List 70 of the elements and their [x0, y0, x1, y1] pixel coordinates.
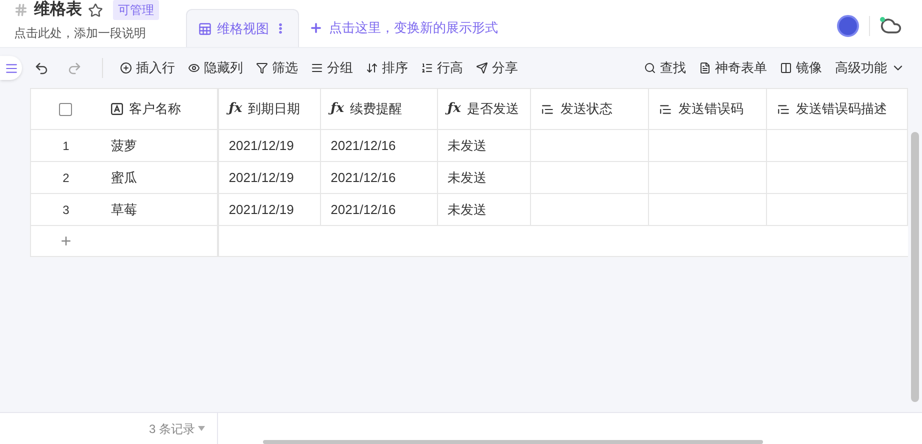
formula-icon: ƒx: [448, 99, 461, 119]
column-header[interactable]: 发送错误码描述: [767, 89, 908, 129]
add-row-button[interactable]: +: [31, 228, 101, 254]
vertical-scrollbar[interactable]: [911, 132, 919, 402]
text-icon: [777, 102, 790, 116]
column-header[interactable]: ƒx 是否发送: [438, 89, 532, 129]
toolbar-button[interactable]: 行高: [416, 58, 468, 78]
column-header[interactable]: ƒx 续费提醒: [320, 89, 438, 129]
table-cell-text: 未发送: [448, 168, 487, 187]
menu-icon: [4, 62, 18, 74]
plus-circle-icon: [120, 62, 132, 74]
row-number: 3: [62, 202, 70, 218]
toolbar-button[interactable]: 镜像: [775, 58, 827, 78]
row-height-icon: [421, 62, 433, 74]
grid-icon: [198, 22, 212, 36]
table-cell-text: 蜜瓜: [110, 168, 137, 187]
toolbar-button[interactable]: 隐藏列: [183, 58, 248, 78]
redo-icon[interactable]: [67, 60, 82, 76]
column-header[interactable]: 发送错误码: [649, 89, 768, 129]
toolbar-button[interactable]: 分享: [471, 58, 523, 78]
permission-badge: 可管理: [113, 0, 159, 20]
table-cell-text: 草莓: [110, 200, 137, 219]
text-icon: [659, 102, 672, 116]
columns-icon: [780, 62, 792, 74]
filter-icon: [256, 62, 268, 74]
toolbar-button[interactable]: 插入行: [115, 58, 180, 78]
toolbar-button[interactable]: 高级功能: [830, 58, 910, 78]
formula-icon: ƒx: [228, 99, 242, 119]
search-icon: [644, 62, 656, 74]
send-icon: [476, 62, 488, 74]
text-field-icon: [110, 103, 123, 115]
table-cell-text: 2021/12/16: [330, 168, 396, 187]
description-text[interactable]: 点击此处，添加一段说明: [14, 24, 186, 42]
toolbar-button[interactable]: 神奇表单: [694, 58, 772, 78]
dropdown-icon[interactable]: [198, 426, 205, 431]
table-cell-text: 菠萝: [110, 136, 137, 155]
star-icon[interactable]: [88, 2, 103, 18]
avatar-icon[interactable]: [837, 15, 859, 37]
add-view-button[interactable]: 点击这里，变换新的展示形式: [299, 9, 508, 47]
table-cell-text: 2021/12/16: [330, 136, 396, 155]
undo-icon[interactable]: [34, 60, 49, 76]
view-tab[interactable]: 维格视图: [186, 9, 299, 47]
column-header[interactable]: 发送状态: [531, 89, 650, 129]
lines-icon: [311, 62, 323, 74]
plus-icon: [309, 21, 323, 35]
toolbar-button[interactable]: 筛选: [251, 58, 303, 78]
row-number: 2: [62, 170, 70, 186]
column-header[interactable]: ƒx 到期日期: [218, 89, 321, 129]
table-cell-text: 未发送: [448, 136, 487, 155]
formula-icon: ƒx: [330, 99, 344, 119]
select-all-checkbox[interactable]: [59, 102, 72, 116]
row-number: 1: [62, 138, 70, 154]
document-icon: [699, 62, 711, 74]
table-cell-text: 2021/12/19: [228, 136, 294, 155]
table-cell-text: 2021/12/16: [330, 200, 396, 219]
table-cell-text: 2021/12/19: [228, 168, 294, 187]
toolbar-button[interactable]: 分组: [306, 58, 358, 78]
toolbar-button[interactable]: 查找: [639, 58, 691, 78]
table-cell-text: 未发送: [448, 200, 487, 219]
column-header[interactable]: 客户名称: [100, 89, 219, 129]
table-cell-text: 2021/12/19: [228, 200, 294, 219]
sidebar-toggle-button[interactable]: [0, 56, 22, 80]
text-icon: [541, 102, 554, 116]
sheet-title: 维格表: [34, 0, 82, 20]
horizontal-scrollbar[interactable]: [263, 440, 763, 444]
toolbar-button[interactable]: 排序: [361, 58, 413, 78]
sort-icon: [366, 62, 378, 74]
record-count[interactable]: 3 条记录: [148, 420, 195, 438]
hash-icon: [14, 3, 28, 17]
eye-icon: [188, 62, 200, 74]
